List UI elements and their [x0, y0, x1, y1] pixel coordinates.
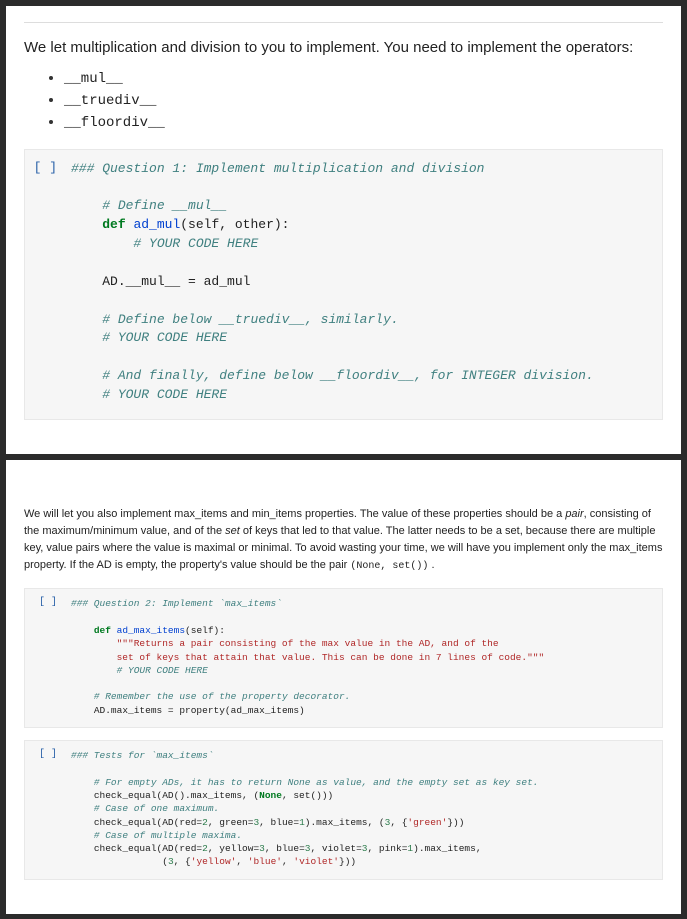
page2-inner: We will let you also implement max_items…	[6, 460, 681, 914]
cell-prompt: [ ]	[25, 593, 63, 721]
code-line: AD.max_items = property(ad_max_items)	[94, 705, 305, 716]
comment-heading: ### Question 1: Implement multiplication…	[71, 161, 484, 176]
cell-prompt: [ ]	[25, 745, 63, 873]
code-line: check_equal(AD().max_items, (None, set()…	[94, 790, 333, 801]
comment-heading: ### Question 2: Implement `max_items`	[71, 598, 282, 609]
code-token: __truediv__	[64, 93, 156, 109]
keyword: def	[94, 625, 111, 636]
list-item: __truediv__	[64, 91, 663, 109]
code-line: (3, {'yellow', 'blue', 'violet'}))	[94, 856, 356, 867]
code-block[interactable]: ### Tests for `max_items` # For empty AD…	[63, 745, 662, 873]
comment: # Case of multiple maxima.	[94, 830, 242, 841]
code-token: __mul__	[64, 71, 123, 87]
docstring: set of keys that attain that value. This…	[117, 652, 545, 663]
em-set: set	[225, 525, 240, 537]
comment: # Define __mul__	[102, 198, 227, 213]
notebook-page-2: We will let you also implement max_items…	[6, 460, 681, 914]
comment: # YOUR CODE HERE	[117, 665, 208, 676]
inline-code: (None, set())	[350, 561, 428, 572]
code-line: AD.__mul__ = ad_mul	[102, 274, 250, 289]
comment: # Define below __truediv__, similarly.	[102, 312, 398, 327]
comment: # YOUR CODE HERE	[133, 236, 258, 251]
comment: # For empty ADs, it has to return None a…	[94, 777, 539, 788]
code-cell-q1[interactable]: [ ] ### Question 1: Implement multiplica…	[24, 149, 663, 420]
list-item: __mul__	[64, 69, 663, 87]
cell-prompt: [ ]	[25, 156, 63, 409]
comment: # YOUR CODE HERE	[102, 330, 227, 345]
em-pair: pair	[565, 508, 583, 520]
args: (self, other):	[180, 217, 289, 232]
code-line: check_equal(AD(red=2, green=3, blue=1).m…	[94, 817, 465, 828]
docstring: """Returns a pair consisting of the max …	[117, 638, 499, 649]
code-block[interactable]: ### Question 1: Implement multiplication…	[63, 156, 662, 409]
comment: # And finally, define below __floordiv__…	[102, 368, 593, 383]
intro-text: We let multiplication and division to yo…	[24, 37, 663, 59]
intro-text-2: We will let you also implement max_items…	[24, 506, 663, 575]
keyword: def	[102, 217, 125, 232]
code-block[interactable]: ### Question 2: Implement `max_items` de…	[63, 593, 662, 721]
code-line: check_equal(AD(red=2, yellow=3, blue=3, …	[94, 843, 482, 854]
page1-inner: We let multiplication and division to yo…	[6, 6, 681, 454]
comment: # YOUR CODE HERE	[102, 387, 227, 402]
comment: # Remember the use of the property decor…	[94, 691, 351, 702]
code-cell-tests[interactable]: [ ] ### Tests for `max_items` # For empt…	[24, 740, 663, 880]
args: (self):	[185, 625, 225, 636]
comment-heading: ### Tests for `max_items`	[71, 750, 214, 761]
comment: # Case of one maximum.	[94, 803, 219, 814]
func-name: ad_mul	[133, 217, 180, 232]
func-name: ad_max_items	[117, 625, 185, 636]
list-item: __floordiv__	[64, 113, 663, 131]
code-token: __floordiv__	[64, 115, 165, 131]
operator-list: __mul__ __truediv__ __floordiv__	[64, 69, 663, 131]
code-cell-q2[interactable]: [ ] ### Question 2: Implement `max_items…	[24, 588, 663, 728]
divider	[24, 22, 663, 23]
notebook-page-1: We let multiplication and division to yo…	[6, 6, 681, 454]
